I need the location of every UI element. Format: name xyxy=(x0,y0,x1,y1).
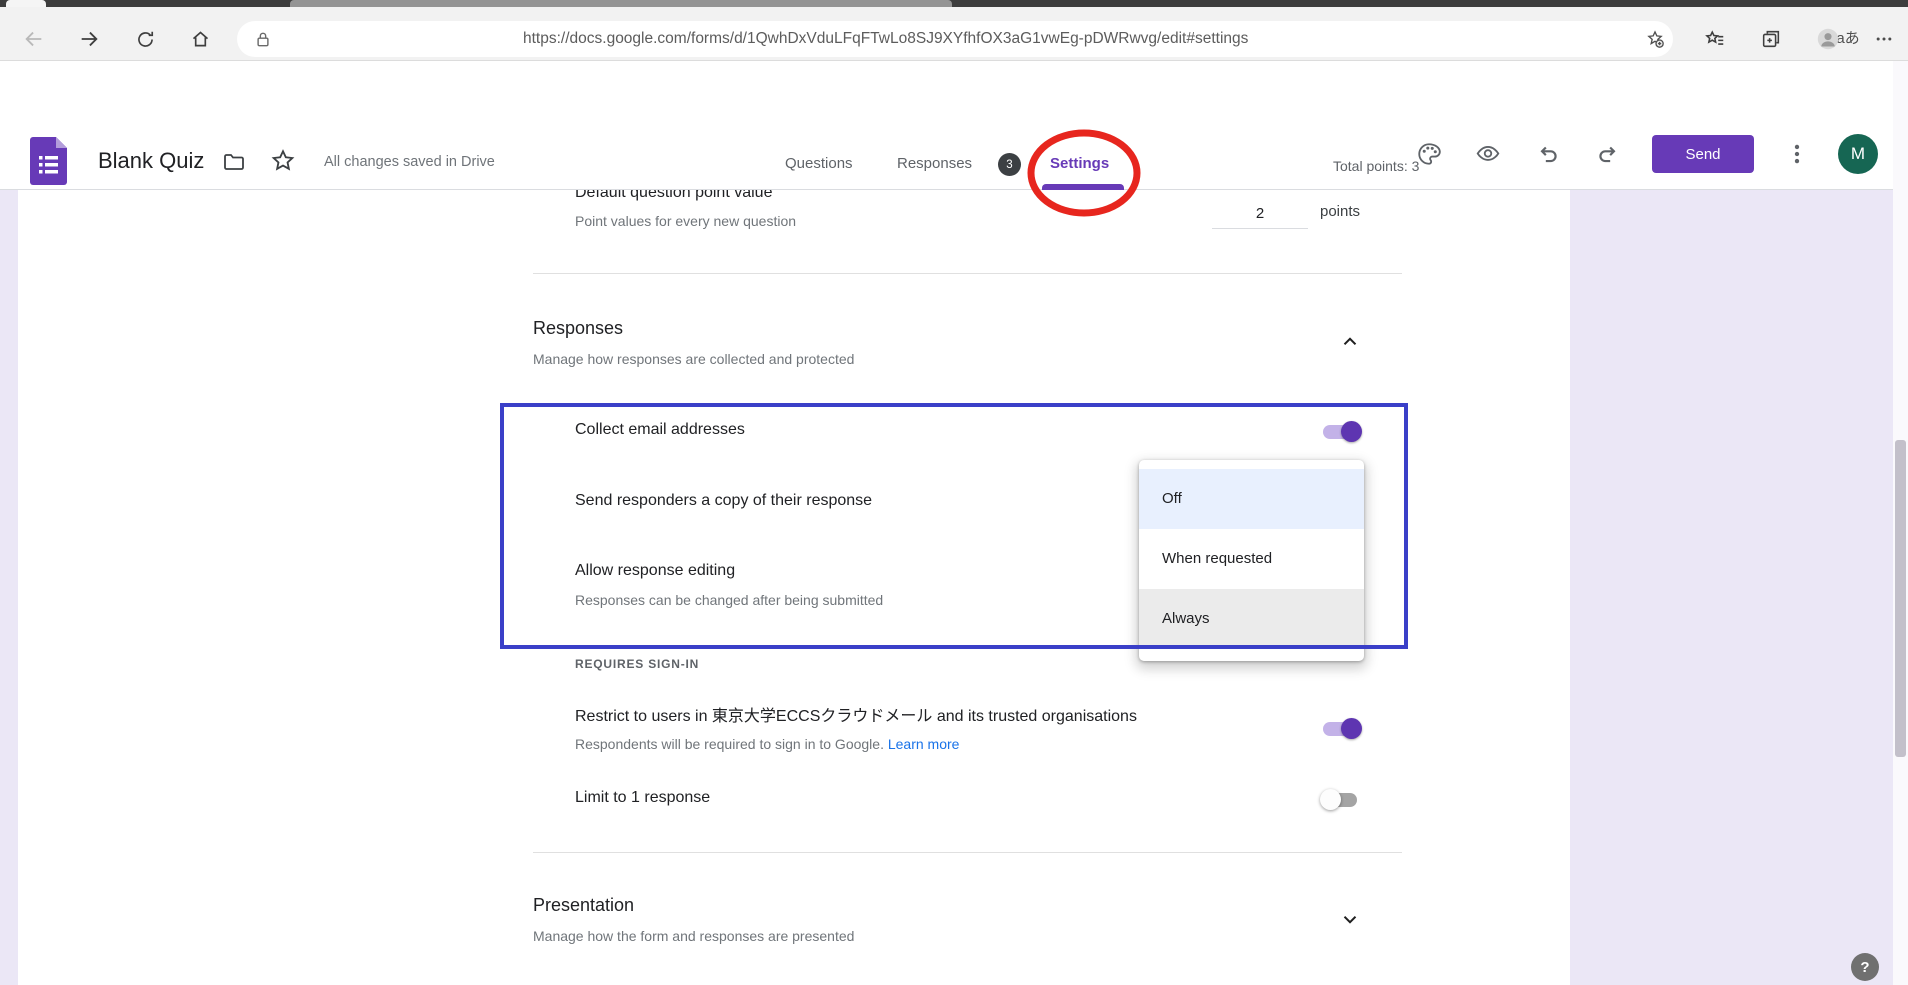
total-points-label: Total points: 3 xyxy=(1333,158,1419,174)
move-folder-icon[interactable] xyxy=(221,149,247,175)
collapse-chevron-up-icon[interactable] xyxy=(1339,331,1361,353)
scrollbar-thumb[interactable] xyxy=(1895,440,1906,757)
restrict-users-toggle[interactable] xyxy=(1322,717,1360,741)
undo-icon[interactable] xyxy=(1535,141,1561,167)
limit-response-label: Limit to 1 response xyxy=(575,789,710,807)
browser-profile-icon[interactable] xyxy=(1817,28,1839,50)
limit-response-toggle[interactable] xyxy=(1322,788,1360,812)
tab-settings[interactable]: Settings xyxy=(1050,155,1109,172)
send-button[interactable]: Send xyxy=(1652,135,1754,173)
collect-email-toggle[interactable] xyxy=(1322,420,1360,444)
responses-section-title: Responses xyxy=(533,318,623,339)
tab-responses[interactable]: Responses xyxy=(897,155,972,172)
send-copy-dropdown-menu: Off When requested Always xyxy=(1139,460,1364,661)
preview-eye-icon[interactable] xyxy=(1475,141,1501,167)
restrict-users-label: Restrict to users in 東京大学ECCSクラウドメール and… xyxy=(575,702,1137,726)
responses-count-badge: 3 xyxy=(998,153,1021,176)
presentation-section-subtitle: Manage how the form and responses are pr… xyxy=(533,928,854,944)
help-button[interactable]: ? xyxy=(1851,953,1879,981)
expand-chevron-down-icon[interactable] xyxy=(1339,908,1361,930)
more-options-icon[interactable] xyxy=(1784,141,1810,167)
add-favorite-icon[interactable] xyxy=(1644,28,1666,50)
screen: https://docs.google.com/forms/d/1QwhDxVd… xyxy=(0,0,1908,985)
learn-more-link[interactable]: Learn more xyxy=(888,736,960,752)
requires-signin-header: REQUIRES SIGN-IN xyxy=(575,657,699,671)
document-title[interactable]: Blank Quiz xyxy=(98,148,204,174)
allow-editing-label: Allow response editing xyxy=(575,562,735,580)
responses-section-subtitle: Manage how responses are collected and p… xyxy=(533,351,854,367)
account-avatar[interactable]: M xyxy=(1838,134,1878,174)
tab-questions[interactable]: Questions xyxy=(785,155,853,172)
section-divider xyxy=(533,273,1402,274)
scrollbar-track[interactable] xyxy=(1893,61,1908,985)
redo-icon[interactable] xyxy=(1595,141,1621,167)
url-text[interactable]: https://docs.google.com/forms/d/1QwhDxVd… xyxy=(523,21,1248,57)
dropdown-option-off[interactable]: Off xyxy=(1139,469,1364,529)
default-points-subtitle: Point values for every new question xyxy=(575,213,796,229)
dropdown-option-always[interactable]: Always xyxy=(1139,589,1364,649)
browser-tab-partial-2 xyxy=(290,0,952,7)
browser-menu-icon[interactable] xyxy=(1873,28,1895,50)
dropdown-option-when-requested[interactable]: When requested xyxy=(1139,529,1364,589)
allow-editing-subtitle: Responses can be changed after being sub… xyxy=(575,592,883,608)
restrict-users-subtitle: Respondents will be required to sign in … xyxy=(575,736,959,752)
settings-tab-underline xyxy=(1042,184,1124,190)
send-copy-label: Send responders a copy of their response xyxy=(575,492,872,510)
lock-icon[interactable] xyxy=(252,28,274,50)
address-bar[interactable]: https://docs.google.com/forms/d/1QwhDxVd… xyxy=(237,21,1673,57)
google-forms-logo[interactable] xyxy=(30,137,67,190)
browser-tab-partial xyxy=(6,0,46,7)
favorites-icon[interactable] xyxy=(1704,28,1726,50)
restrict-subtitle-text: Respondents will be required to sign in … xyxy=(575,736,884,752)
presentation-section-title: Presentation xyxy=(533,895,634,916)
window-tab-strip xyxy=(0,0,1908,7)
save-status: All changes saved in Drive xyxy=(324,154,495,170)
star-icon[interactable] xyxy=(270,147,296,173)
collect-email-label: Collect email addresses xyxy=(575,421,745,439)
points-unit-label: points xyxy=(1320,203,1360,220)
section-divider xyxy=(533,852,1402,853)
collections-icon[interactable] xyxy=(1760,28,1782,50)
forward-icon[interactable] xyxy=(78,28,100,50)
back-icon[interactable] xyxy=(23,28,45,50)
home-icon[interactable] xyxy=(189,28,211,50)
refresh-icon[interactable] xyxy=(134,28,156,50)
default-points-input[interactable] xyxy=(1212,199,1308,229)
forms-header: Blank Quiz All changes saved in Drive Se… xyxy=(0,61,1908,140)
browser-toolbar: https://docs.google.com/forms/d/1QwhDxVd… xyxy=(0,7,1908,61)
theme-palette-icon[interactable] xyxy=(1416,141,1442,167)
